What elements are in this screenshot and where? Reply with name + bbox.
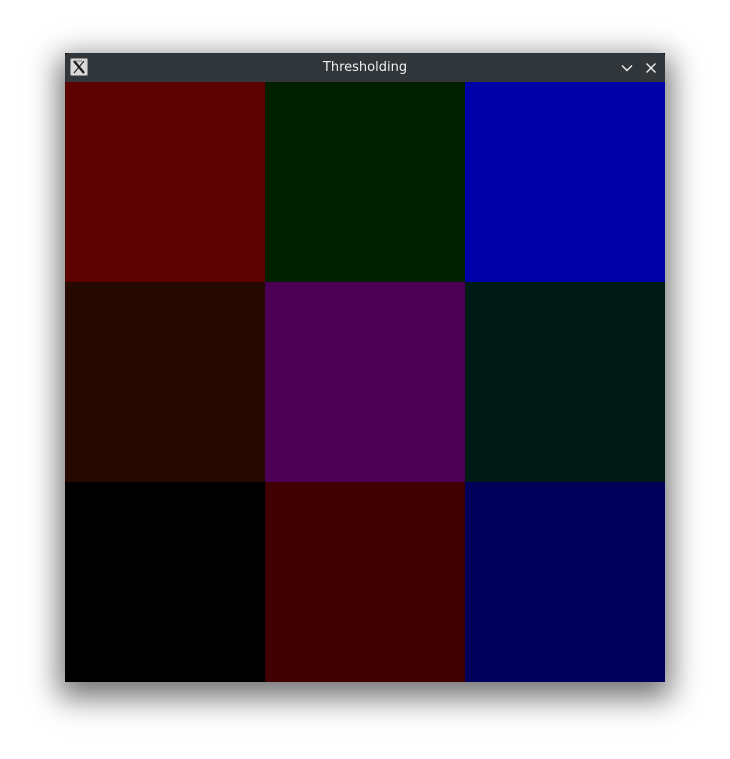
close-button[interactable] — [641, 58, 661, 78]
color-cell-r3-c1 — [65, 482, 265, 682]
threshold-canvas — [65, 82, 665, 682]
title-bar[interactable]: Thresholding — [65, 53, 665, 82]
color-cell-r2-c1 — [65, 282, 265, 482]
color-cell-r3-c2 — [265, 482, 465, 682]
color-cell-r2-c3 — [465, 282, 665, 482]
color-cell-r1-c3 — [465, 82, 665, 282]
color-cell-r1-c2 — [265, 82, 465, 282]
close-icon — [646, 63, 656, 73]
window-title: Thresholding — [322, 60, 408, 75]
color-cell-r3-c3 — [465, 482, 665, 682]
chevron-down-icon — [621, 65, 633, 72]
x-app-icon[interactable] — [70, 58, 88, 76]
minimize-button[interactable] — [617, 58, 637, 78]
color-cell-r2-c2 — [265, 282, 465, 482]
color-cell-r1-c1 — [65, 82, 265, 282]
app-window: Thresholding — [65, 53, 665, 682]
